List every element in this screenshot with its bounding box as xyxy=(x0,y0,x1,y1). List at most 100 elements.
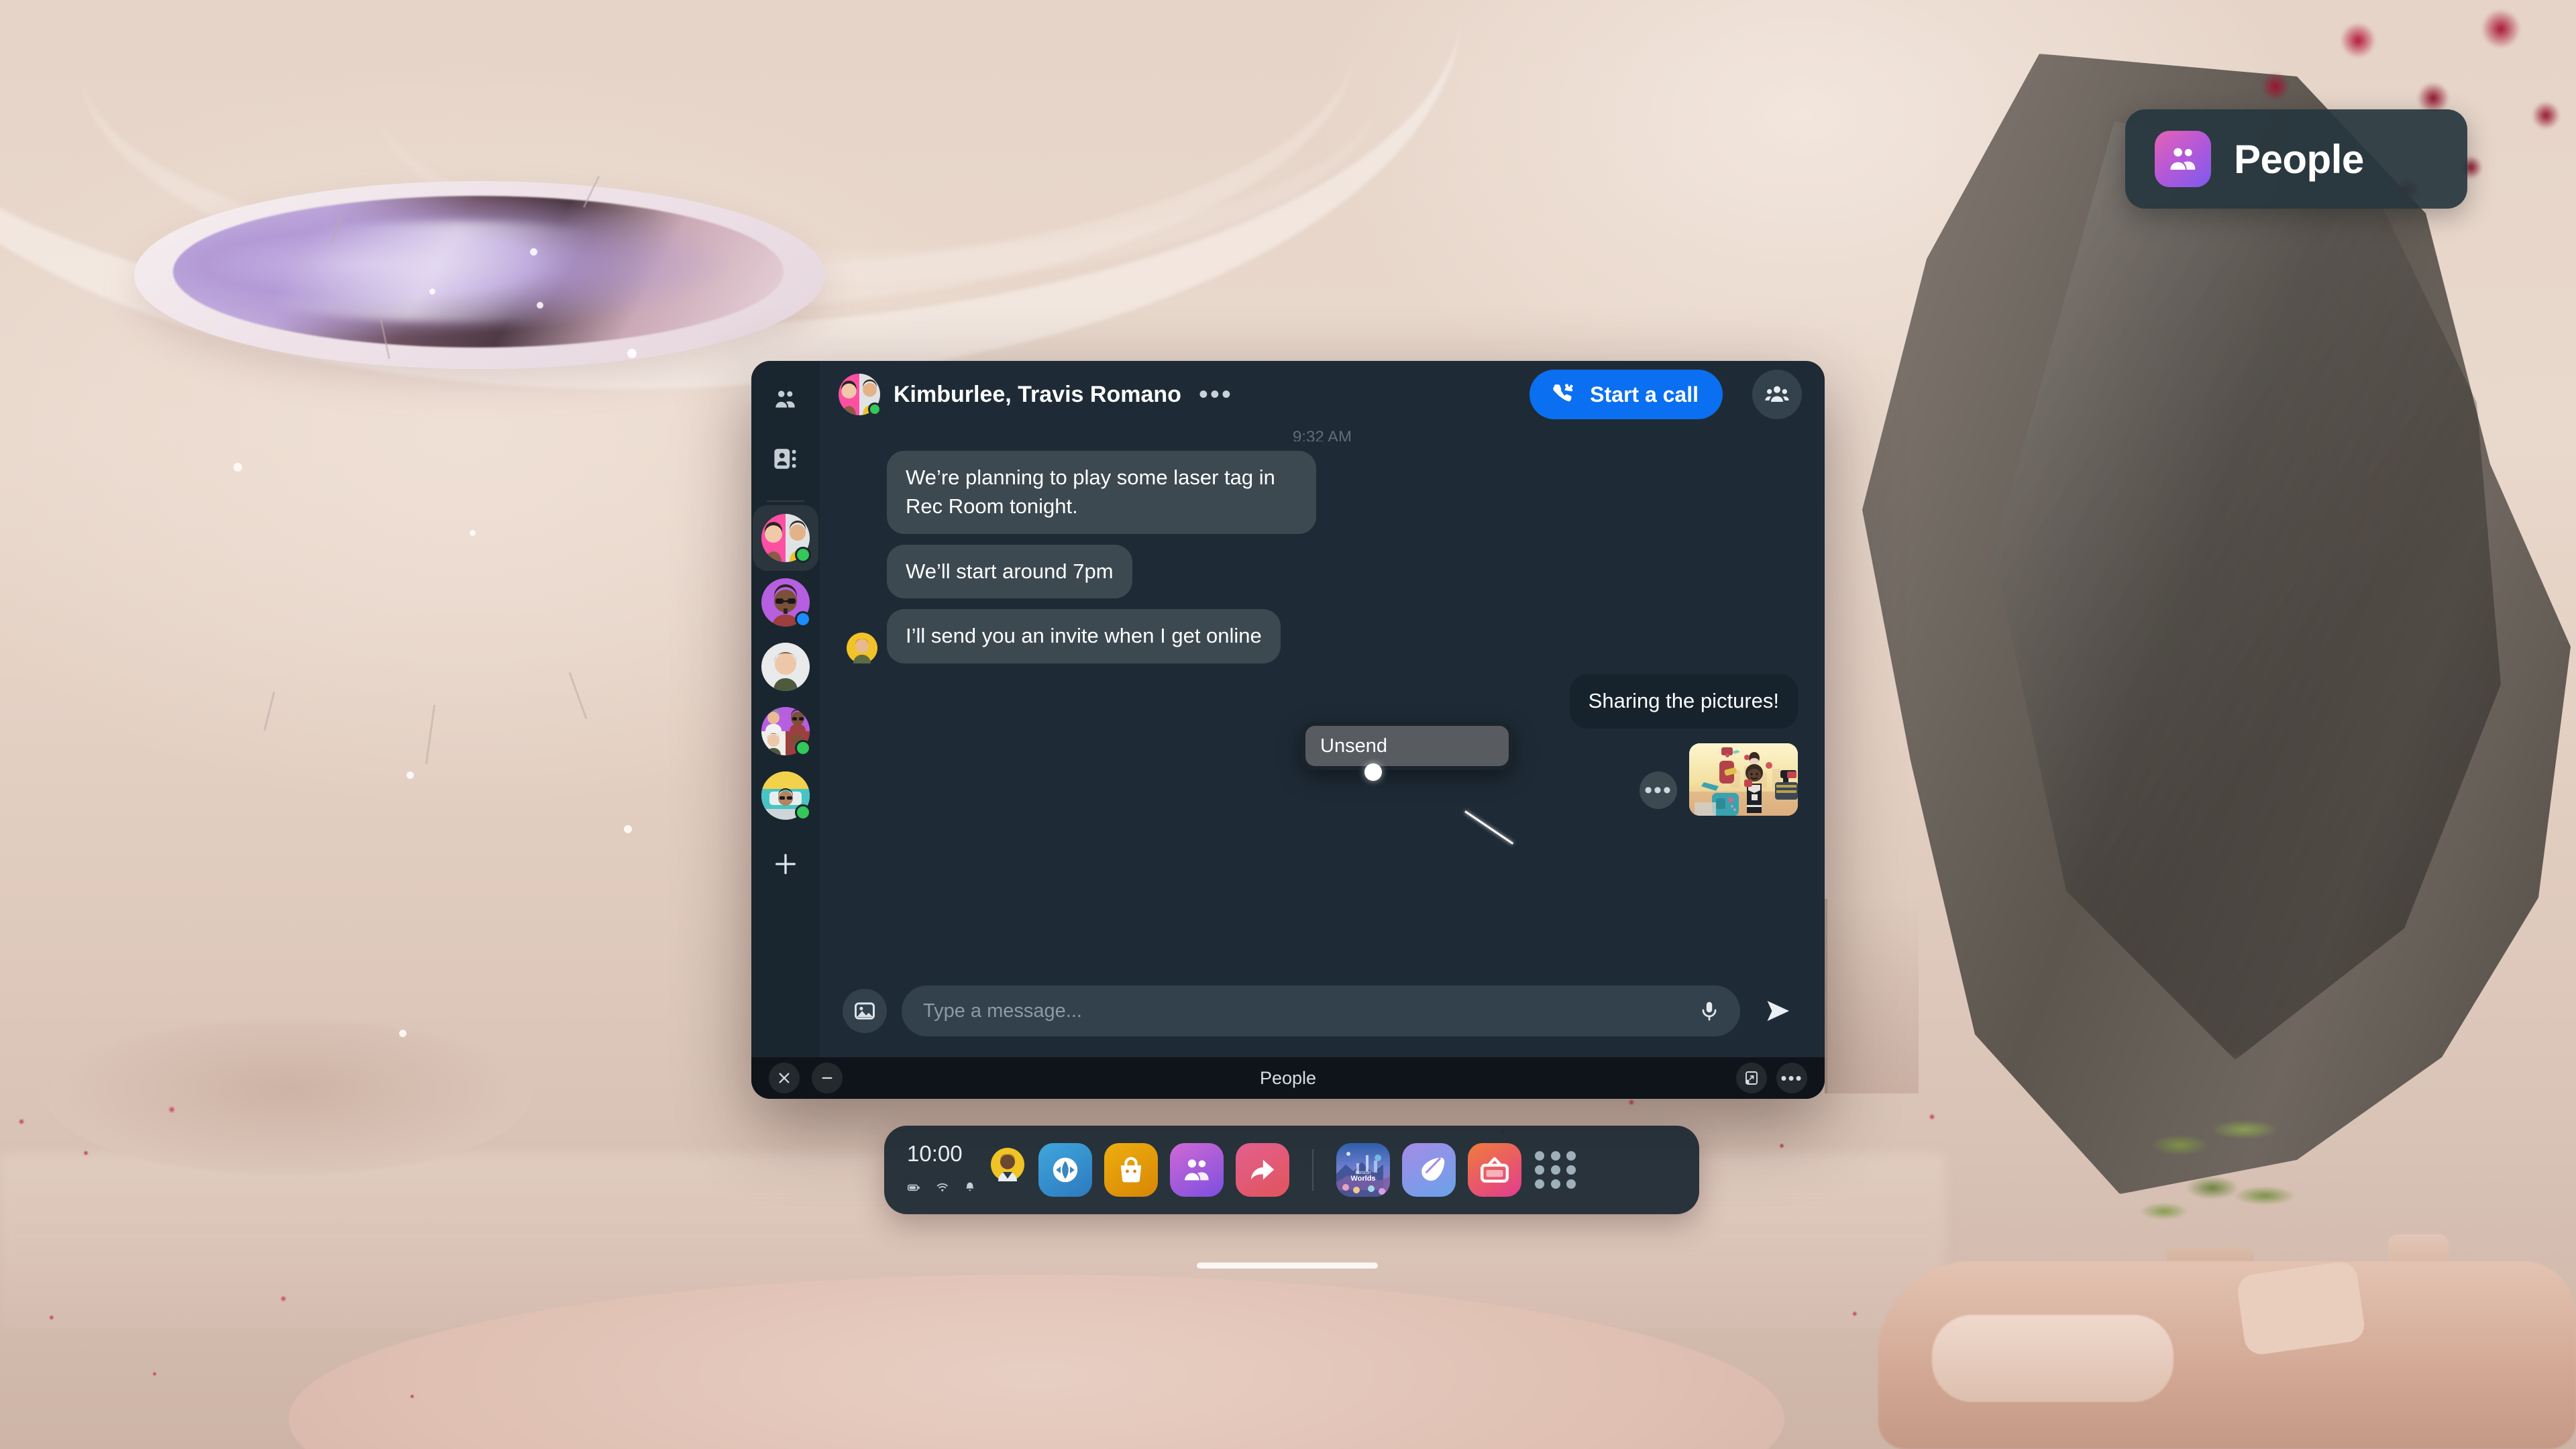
message-composer xyxy=(820,977,1825,1057)
taskbar-app-store[interactable] xyxy=(1104,1143,1158,1197)
sidebar-rail xyxy=(751,361,820,1057)
send-button[interactable] xyxy=(1755,987,1802,1034)
start-call-label: Start a call xyxy=(1590,382,1699,407)
worlds-thumbnail: horizon Worlds xyxy=(1336,1143,1390,1197)
battery-icon[interactable] xyxy=(907,1176,921,1199)
tv-icon xyxy=(1481,1157,1509,1183)
floating-mote xyxy=(233,463,242,472)
svg-text:Worlds: Worlds xyxy=(1350,1175,1375,1183)
people-icon xyxy=(2155,131,2211,187)
people-icon xyxy=(1185,1159,1209,1181)
app-grid-button[interactable] xyxy=(1535,1148,1578,1191)
message-bubble[interactable]: We’re planning to play some laser tag in… xyxy=(887,451,1316,534)
window-more-button[interactable]: ••• xyxy=(1776,1063,1807,1093)
app-grid-icon xyxy=(1535,1179,1544,1189)
window-more-label: ••• xyxy=(1780,1068,1803,1088)
contact-card-icon xyxy=(774,449,796,469)
message-bubble[interactable]: I’ll send you an invite when I get onlin… xyxy=(887,609,1281,664)
start-call-button[interactable]: Start a call xyxy=(1529,370,1723,419)
message-list[interactable]: 9:32 AM We’re planning to play some lase… xyxy=(820,428,1825,977)
window-body: Kimburlee, Travis Romano ••• Start a cal… xyxy=(751,361,1825,1057)
floating-mote xyxy=(470,530,476,536)
taskbar-app-horizon-worlds[interactable]: horizon Worlds xyxy=(1336,1143,1390,1197)
app-grid-icon xyxy=(1550,1165,1560,1175)
pop-out-button[interactable] xyxy=(1736,1063,1767,1093)
taskbar-app-navigator[interactable] xyxy=(1038,1143,1092,1197)
message-row: Sharing the pictures! xyxy=(847,674,1798,729)
clock: 10:00 xyxy=(907,1141,963,1166)
image-icon xyxy=(855,1002,875,1020)
sidebar-contact-4[interactable] xyxy=(761,707,811,756)
conversation-panel: Kimburlee, Travis Romano ••• Start a cal… xyxy=(820,361,1825,1057)
floating-mote xyxy=(399,1030,407,1037)
status-indicator-online xyxy=(868,402,881,416)
people-app-badge[interactable]: People xyxy=(2125,109,2467,209)
message-bubble[interactable]: We’ll start around 7pm xyxy=(887,544,1132,599)
status-indicator-online xyxy=(795,804,811,820)
taskbar-app-people[interactable] xyxy=(1170,1143,1224,1197)
avatar[interactable] xyxy=(991,1148,1024,1181)
group-people-icon xyxy=(1765,386,1789,402)
app-grid-icon xyxy=(1566,1179,1576,1189)
sidebar-contact-3[interactable] xyxy=(761,643,810,691)
close-button[interactable] xyxy=(769,1063,800,1093)
conversation-avatar[interactable] xyxy=(839,374,881,416)
taskbar-app-share[interactable] xyxy=(1236,1143,1289,1197)
home-indicator[interactable] xyxy=(1197,1263,1378,1269)
navigator-icon xyxy=(1053,1157,1078,1183)
close-icon xyxy=(779,1073,790,1083)
status-indicator-online xyxy=(795,740,811,756)
taskbar-apps: horizon Worlds xyxy=(1038,1143,1521,1197)
app-grid-icon xyxy=(1566,1151,1576,1161)
timestamp-divider: 9:32 AM xyxy=(1292,428,1352,441)
microphone-button[interactable] xyxy=(1693,995,1725,1027)
vr-pointer-ray xyxy=(1464,810,1514,845)
message-bubble[interactable]: Sharing the pictures! xyxy=(1569,674,1798,729)
status-icons xyxy=(907,1176,977,1199)
status-indicator-online xyxy=(795,547,811,563)
sofa-cushion xyxy=(2235,1260,2367,1356)
add-contact-button[interactable] xyxy=(761,840,810,888)
sidebar-contact-5[interactable] xyxy=(761,771,811,820)
floating-mote xyxy=(627,349,637,358)
taskbar-app-explore[interactable] xyxy=(1402,1143,1456,1197)
app-grid-icon xyxy=(1535,1165,1544,1175)
group-members-button[interactable] xyxy=(1752,370,1802,419)
unsend-context-menu: Unsend xyxy=(1301,722,1513,770)
conversation-more-button[interactable]: ••• xyxy=(1195,381,1237,408)
taskbar-app-tv[interactable] xyxy=(1468,1143,1521,1197)
message-row: I’ll send you an invite when I get onlin… xyxy=(847,609,1798,664)
share-arrow-icon xyxy=(1250,1159,1275,1180)
floating-mote xyxy=(429,288,435,294)
app-grid-icon xyxy=(1566,1165,1576,1175)
sidebar-contact-kimburlee-travis-romano[interactable] xyxy=(753,505,818,571)
attach-image-button[interactable] xyxy=(843,989,887,1033)
plus-icon xyxy=(775,854,796,874)
sidebar-item-contacts[interactable] xyxy=(761,435,810,483)
message-input-field[interactable] xyxy=(902,985,1740,1036)
sidebar-divider xyxy=(767,500,804,502)
taskbar-status-column: 10:00 xyxy=(907,1141,977,1199)
sidebar-item-friends[interactable] xyxy=(761,376,810,424)
floating-mote xyxy=(624,825,632,833)
chat-header: Kimburlee, Travis Romano ••• Start a cal… xyxy=(820,361,1825,428)
minimize-button[interactable] xyxy=(812,1063,843,1093)
taskbar-separator xyxy=(1312,1149,1313,1191)
floating-mote xyxy=(407,771,414,779)
search-input message-input[interactable] xyxy=(923,1000,1681,1022)
vr-pointer-cursor xyxy=(1364,763,1382,781)
wifi-icon[interactable] xyxy=(936,1177,949,1198)
video-call-icon xyxy=(1553,384,1573,402)
unsend-menu-item[interactable]: Unsend xyxy=(1305,726,1509,766)
sidebar-contact-2[interactable] xyxy=(761,578,811,627)
people-app-window: Kimburlee, Travis Romano ••• Start a cal… xyxy=(751,361,1825,1099)
shared-photo-attachment[interactable] xyxy=(1689,743,1798,816)
attachment-more-button[interactable]: ••• xyxy=(1640,771,1677,809)
wall-shelf xyxy=(1825,899,1919,1093)
send-icon xyxy=(1767,1001,1790,1021)
notification-bell-icon[interactable] xyxy=(963,1177,977,1198)
page-title: Kimburlee, Travis Romano xyxy=(894,381,1181,407)
app-grid-icon xyxy=(1550,1179,1560,1189)
store-bag-icon xyxy=(1120,1157,1142,1183)
minimize-icon xyxy=(822,1077,833,1079)
